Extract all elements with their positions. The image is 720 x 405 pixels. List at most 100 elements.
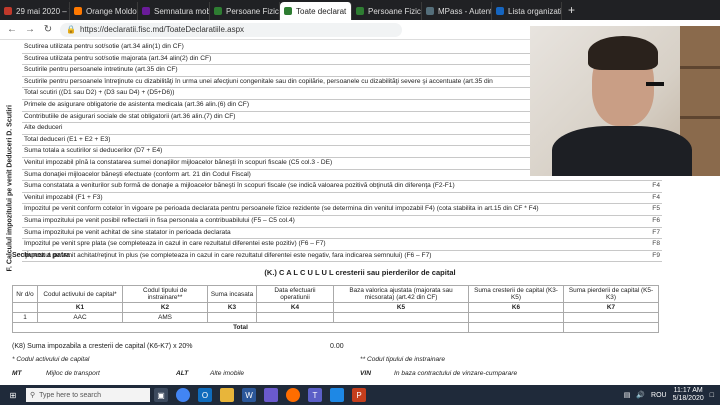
reload-icon[interactable]: ↻ — [42, 24, 54, 35]
capital-table-cell: 1 — [12, 312, 38, 323]
legend-code: ALT — [176, 370, 189, 377]
app-icon[interactable] — [330, 388, 344, 402]
person-hair — [588, 36, 658, 70]
calc-row-code: F4 — [652, 182, 660, 190]
capital-table-code: K6 — [468, 302, 564, 313]
browser-tab[interactable]: Orange Moldova× — [70, 2, 138, 20]
task-view-icon[interactable]: ▣ — [154, 388, 168, 402]
capital-table-code: K2 — [122, 302, 208, 313]
browser-tab[interactable]: MPass - Autentif× — [422, 2, 492, 20]
legend-asset-row: MT Mijloc de transport ALT Alte imobile — [12, 370, 340, 377]
calc-row-code: F5 — [652, 205, 660, 213]
calc-row-label: Suma constatata a veniturilor sub formă … — [24, 182, 455, 190]
capital-table-cell[interactable] — [207, 312, 257, 323]
tab-favicon — [142, 7, 150, 15]
capital-table-cell[interactable] — [468, 312, 564, 323]
outlook-icon[interactable]: O — [198, 388, 212, 402]
capital-table-header: Codul activului de capital* — [37, 285, 123, 303]
calc-row: Impozitul pe venit conform cotelor în vi… — [22, 204, 662, 216]
legend-desc: Alte imobile — [210, 370, 245, 377]
browser-tab[interactable]: Persoane Fizice× — [210, 2, 280, 20]
calc-row: Impozitul pe venit achitat/reţinut în pl… — [22, 251, 662, 263]
network-icon[interactable]: ▤ — [624, 391, 631, 399]
clock-time: 11:17 AM — [673, 387, 703, 394]
tab-favicon — [74, 7, 82, 15]
address-bar[interactable]: 🔒 https://declaratii.fisc.md/ToateDeclar… — [60, 22, 402, 37]
tab-title: Semnatura mobi — [154, 6, 210, 16]
tab-favicon — [4, 7, 12, 15]
capital-table-cell[interactable] — [256, 312, 334, 323]
capital-table-code: K5 — [333, 302, 469, 313]
calc-row: Venitul impozabil (F1 + F3) F4 — [22, 193, 662, 205]
tab-title: 29 mai 2020 – Te — [16, 6, 69, 16]
capital-table-cell[interactable] — [333, 312, 469, 323]
back-icon[interactable]: ← — [6, 24, 18, 35]
calc-row-code: F7 — [652, 228, 660, 236]
file-explorer-icon[interactable] — [220, 388, 234, 402]
tab-title: Toate declarat — [296, 6, 347, 16]
legend-desc: Mijloc de transport — [46, 370, 100, 377]
volume-icon[interactable]: 🔊 — [636, 391, 645, 399]
firefox-icon[interactable] — [286, 388, 300, 402]
section-title: Secţiunea a patra — [12, 252, 70, 259]
legend-alienation-title: ** Codul tipului de instrainare — [360, 356, 446, 363]
capital-table-header: Suma incasata — [207, 285, 257, 303]
forward-icon[interactable]: → — [24, 24, 36, 35]
tab-title: Persoane Fizice — [226, 6, 280, 16]
calc-row-code: F4 — [652, 193, 660, 201]
headset-mic — [646, 82, 664, 86]
taskbar-search[interactable]: ⚲ Type here to search — [26, 388, 150, 402]
notification-icon[interactable]: □ — [710, 392, 714, 399]
capital-table-code: K3 — [207, 302, 257, 313]
legend-desc: In baza contractului de vinzare-cumparar… — [394, 370, 518, 377]
browser-tab[interactable]: Persoane Fizice× — [352, 2, 422, 20]
clock[interactable]: 11:17 AM 5/18/2020 — [673, 387, 704, 403]
browser-tab-bar: 29 mai 2020 – Te×Orange Moldova×Semnatur… — [0, 0, 720, 20]
k8-value: 0.00 — [330, 343, 344, 350]
chrome-icon[interactable] — [176, 388, 190, 402]
tab-favicon — [284, 7, 292, 15]
webcam-overlay — [530, 26, 720, 176]
tab-favicon — [426, 7, 434, 15]
side-label-text: F. Calculul impozitului pe venit Deducer… — [6, 105, 14, 272]
browser-tab[interactable]: Semnatura mobi× — [138, 2, 210, 20]
calc-row-label: Venitul impozabil (F1 + F3) — [24, 193, 103, 201]
powerpoint-icon[interactable]: P — [352, 388, 366, 402]
k8-label: (K8) Suma impozabila a cresterii de capi… — [12, 343, 193, 350]
word-icon[interactable]: W — [242, 388, 256, 402]
capital-table-header: Baza valorica ajustata (majorata sau mic… — [333, 285, 469, 303]
new-tab-button[interactable]: + — [562, 3, 581, 17]
capital-table-cell[interactable] — [563, 312, 659, 323]
tab-title: Orange Moldova — [86, 6, 137, 16]
calc-row-label: Impozitul pe venit achitat/reţinut în pl… — [24, 251, 432, 259]
language-indicator[interactable]: ROU — [651, 392, 667, 399]
calc-row: Suma constatata a veniturilor sub formă … — [22, 181, 662, 193]
legend-asset-title: * Codul activului de capital — [12, 356, 90, 363]
start-icon[interactable]: ⊞ — [6, 388, 20, 402]
browser-tab[interactable]: Toate declarat× — [280, 2, 352, 20]
tab-favicon — [496, 7, 504, 15]
capital-table-code: K4 — [256, 302, 334, 313]
tab-favicon — [356, 7, 364, 15]
capital-table-cell: AMS — [122, 312, 208, 323]
capital-table-header: Data efectuarii operatiunii — [256, 285, 334, 303]
clock-date: 5/18/2020 — [672, 395, 704, 402]
calc-row: Impozitul pe venit spre plata (se comple… — [22, 239, 662, 251]
calc-row-label: Impozitul pe venit spre plata (se comple… — [24, 240, 326, 248]
tab-title: MPass - Autentif — [438, 6, 492, 16]
capital-table-header: Nr d/o — [12, 285, 38, 303]
calc-row: Suma impozitului pe venit posibil reflec… — [22, 216, 662, 228]
calc-row-code: F8 — [652, 240, 660, 248]
browser-tab[interactable]: 29 mai 2020 – Te× — [0, 2, 70, 20]
app-icon[interactable] — [264, 388, 278, 402]
section-side-label: F. Calculul impozitului pe venit Deducer… — [4, 88, 16, 278]
person-body — [552, 126, 692, 176]
browser-tab[interactable]: Lista organizatii× — [492, 2, 562, 20]
system-tray: ▤ 🔊 ROU 11:17 AM 5/18/2020 □ — [624, 387, 720, 403]
capital-table-header: Codul tipului de instrainare** — [122, 285, 208, 303]
calc-row-label: Suma impozitului pe venit achitat de sin… — [24, 228, 231, 236]
legend-code: MT — [12, 370, 22, 377]
url-text: https://declaratii.fisc.md/ToateDeclarat… — [79, 25, 245, 34]
teams-icon[interactable]: T — [308, 388, 322, 402]
calc-row-label: Suma impozitului pe venit posibil reflec… — [24, 216, 295, 224]
